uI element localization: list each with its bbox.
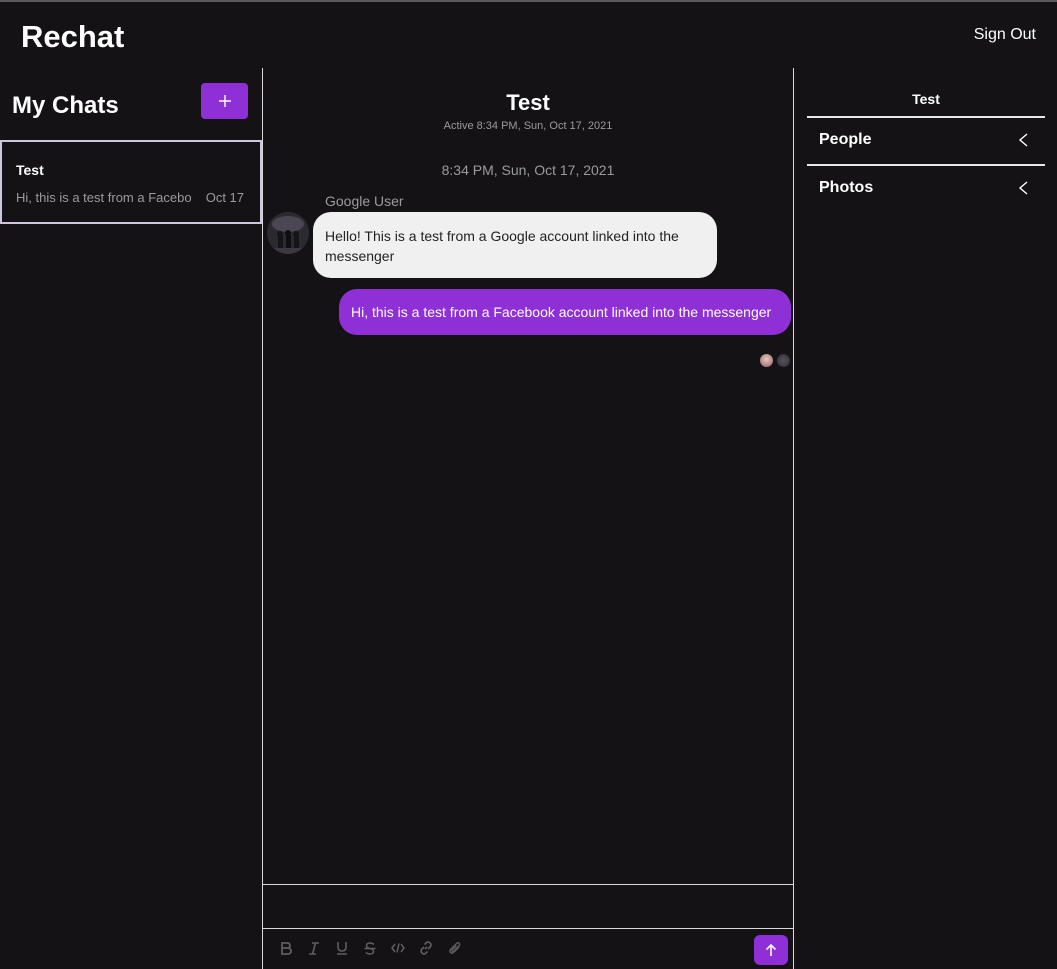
message-timestamp: 8:34 PM, Sun, Oct 17, 2021 — [441, 162, 615, 178]
read-receipts — [760, 354, 794, 368]
chat-settings-panel: Test People Photos — [807, 68, 1045, 969]
my-chats-title: My Chats — [12, 92, 119, 119]
settings-title: Test — [912, 91, 940, 107]
composer-toolbar — [263, 929, 793, 969]
chat-list-panel: My Chats Test Hi, this is a test from a … — [0, 68, 263, 969]
photos-section[interactable]: Photos — [807, 166, 1045, 212]
outgoing-message-bubble: Hi, this is a test from a Facebook accou… — [339, 289, 791, 335]
link-icon[interactable] — [417, 939, 435, 957]
message-input[interactable] — [263, 884, 793, 929]
new-chat-button[interactable] — [201, 83, 248, 119]
chat-card-preview: Hi, this is a test from a Facebook accou… — [16, 190, 191, 205]
incoming-message-bubble: Hello! This is a test from a Google acco… — [313, 212, 717, 278]
chat-active-status: Active 8:34 PM, Sun, Oct 17, 2021 — [443, 120, 613, 132]
chat-title: Test — [506, 90, 550, 115]
sender-name: Google User — [325, 193, 404, 209]
strikethrough-icon[interactable] — [361, 939, 379, 957]
section-label: Photos — [819, 179, 874, 196]
people-section[interactable]: People — [807, 118, 1045, 164]
brand-logo: Rechat — [21, 19, 125, 54]
chat-card-title: Test — [16, 162, 44, 178]
bold-icon[interactable] — [277, 939, 295, 957]
attachment-icon[interactable] — [445, 939, 463, 957]
top-navbar: Rechat Sign Out — [0, 2, 1057, 68]
section-label: People — [819, 131, 872, 148]
code-icon[interactable] — [389, 939, 407, 957]
plus-icon — [218, 95, 231, 107]
send-button[interactable] — [754, 935, 788, 965]
chat-feed: Test Active 8:34 PM, Sun, Oct 17, 2021 8… — [262, 68, 794, 969]
underline-icon[interactable] — [333, 939, 351, 957]
avatar — [267, 212, 309, 254]
avatar — [760, 354, 773, 367]
chevron-left-icon — [1018, 181, 1028, 195]
sign-out-button[interactable]: Sign Out — [974, 26, 1036, 44]
chat-card[interactable]: Test Hi, this is a test from a Facebook … — [0, 140, 262, 224]
chat-card-date: Oct 17 — [205, 190, 244, 205]
chevron-left-icon — [1018, 133, 1028, 147]
avatar — [777, 354, 790, 367]
arrow-up-icon — [765, 943, 777, 956]
italic-icon[interactable] — [305, 939, 323, 957]
